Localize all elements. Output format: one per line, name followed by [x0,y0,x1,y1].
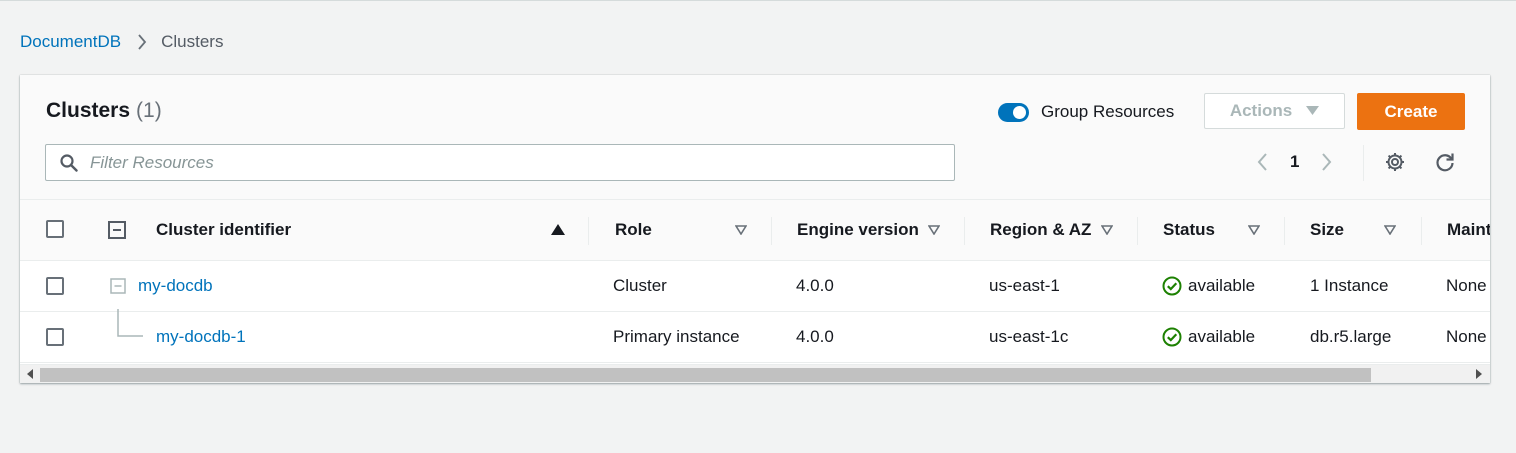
clusters-panel: Clusters (1) Group Resources Actions Crea… [20,75,1490,383]
group-resources-label: Group Resources [1041,102,1175,121]
actions-button[interactable]: Actions [1204,93,1345,129]
col-role-label: Role [615,220,652,239]
tree-connector [117,309,147,339]
gear-icon[interactable] [1384,151,1406,173]
breadcrumb-current: Clusters [161,32,224,51]
status-text: available [1188,327,1256,346]
caret-down-icon [1306,106,1320,116]
collapse-row-icon[interactable] [110,278,126,294]
col-engine-version-label: Engine version [797,220,919,239]
sort-ascending-icon[interactable] [551,224,565,235]
current-page[interactable]: 1 [1290,152,1299,172]
column-divider [964,217,965,245]
panel-header: Clusters (1) Group Resources Actions Crea… [20,75,1490,200]
status-cell: available [1162,312,1255,362]
status-cell: available [1162,261,1255,311]
sort-caret-down-icon[interactable] [1384,225,1396,235]
col-header-maint[interactable]: Maint [1447,200,1490,260]
select-all-checkbox[interactable] [46,220,64,238]
table-row[interactable]: my-docdb Cluster 4.0.0 us-east-1 availab… [20,261,1490,312]
breadcrumb: DocumentDB Clusters [20,32,223,52]
instance-identifier-link[interactable]: my-docdb-1 [156,312,246,362]
toggle-knob [1013,105,1026,119]
row-checkbox[interactable] [46,277,64,295]
horizontal-scrollbar[interactable] [20,364,1490,383]
toolbar-divider [1363,145,1364,181]
column-divider [1284,217,1285,245]
size-cell: 1 Instance [1310,276,1389,295]
role-cell: Primary instance [613,327,740,346]
cluster-count: (1) [136,99,162,122]
breadcrumb-documentdb-link[interactable]: DocumentDB [20,32,121,52]
engine-version-cell: 4.0.0 [796,327,834,346]
prev-page-icon[interactable] [1256,152,1268,172]
column-divider [1421,217,1422,245]
title-text: Clusters [46,99,131,122]
scroll-left-icon[interactable] [26,369,34,379]
refresh-icon[interactable] [1434,151,1456,173]
col-region-az-label: Region & AZ [990,220,1092,239]
col-status-label: Status [1163,220,1215,239]
table-row[interactable]: my-docdb-1 Primary instance 4.0.0 us-eas… [20,309,1490,363]
column-divider [588,217,589,245]
cluster-identifier-link[interactable]: my-docdb [138,261,213,311]
table-header: Cluster identifier Role Engine version R… [20,200,1490,261]
search-icon [60,153,78,172]
sort-caret-down-icon[interactable] [735,225,747,235]
sort-caret-down-icon[interactable] [1101,225,1113,235]
column-divider [1137,217,1138,245]
sort-caret-down-icon[interactable] [928,225,940,235]
engine-version-cell: 4.0.0 [796,276,834,295]
maintenance-cell: None [1446,276,1487,295]
group-resources-toggle-wrap: Group Resources [998,102,1174,122]
create-button[interactable]: Create [1357,93,1465,130]
col-maint-label: Maint [1447,220,1490,239]
col-header-status[interactable]: Status [1163,200,1215,260]
col-size-label: Size [1310,220,1345,239]
col-header-cluster-identifier[interactable]: Cluster identifier [156,200,291,260]
col-header-size[interactable]: Size [1310,200,1344,260]
page-title: Clusters (1) [46,99,162,123]
size-cell: db.r5.large [1310,327,1392,346]
scrollbar-thumb[interactable] [40,368,1371,382]
chevron-right-icon [137,34,147,50]
filter-input[interactable] [88,151,954,174]
check-circle-icon [1162,327,1182,347]
status-text: available [1188,276,1256,295]
check-circle-icon [1162,276,1182,296]
collapse-all-icon[interactable] [108,221,126,239]
filter-search [45,144,955,181]
column-divider [771,217,772,245]
group-resources-toggle[interactable] [998,102,1029,122]
maintenance-cell: None [1446,327,1487,346]
pagination: 1 [1256,149,1333,175]
col-header-region-az[interactable]: Region & AZ [990,200,1091,260]
actions-label: Actions [1229,101,1293,120]
row-checkbox[interactable] [46,328,64,346]
sort-caret-down-icon[interactable] [1248,225,1260,235]
scroll-right-icon[interactable] [1475,369,1483,379]
next-page-icon[interactable] [1321,152,1333,172]
role-cell: Cluster [613,276,667,295]
region-cell: us-east-1 [989,276,1060,295]
col-header-engine-version[interactable]: Engine version [797,200,919,260]
col-header-role[interactable]: Role [615,200,652,260]
col-cluster-identifier-label: Cluster identifier [156,220,292,239]
region-cell: us-east-1c [989,327,1069,346]
